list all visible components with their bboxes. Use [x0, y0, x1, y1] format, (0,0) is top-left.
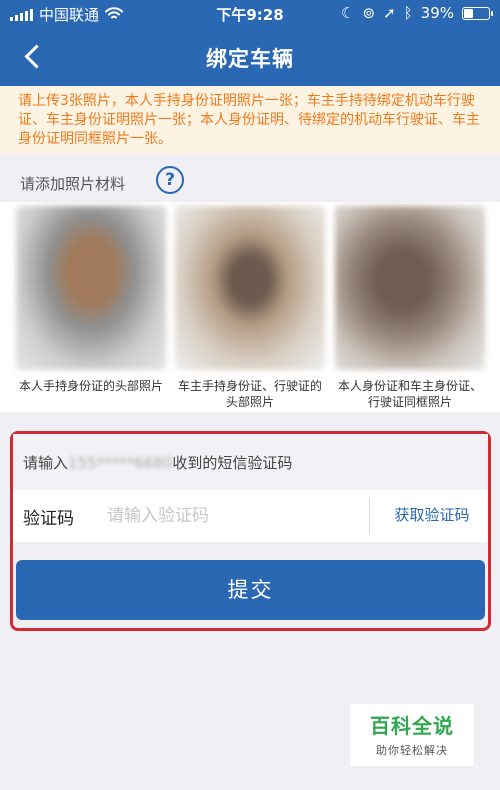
- code-row: 验证码 获取验证码: [13, 490, 488, 542]
- sms-hint-suffix: 收到的短信验证码: [172, 454, 293, 472]
- status-bar: 中国联通 下午9:28 ☾ ⊚ ➚ ᛒ 39%: [0, 0, 500, 28]
- location-icon: ➚: [383, 4, 396, 22]
- battery-icon: [462, 6, 493, 20]
- photo-caption: 车主手持身份证、行驶证的头部照片: [177, 379, 322, 409]
- add-photos-label: 请添加照片材料: [20, 175, 126, 193]
- help-icon[interactable]: ?: [156, 166, 184, 194]
- nav-bar: 绑定车辆: [0, 28, 500, 86]
- photo-thumbnail[interactable]: [335, 206, 485, 370]
- photo-list: 本人手持身份证的头部照片 车主手持身份证、行驶证的头部照片 本人身份证和车主身份…: [0, 202, 500, 412]
- photo-caption: 本人手持身份证的头部照片: [18, 379, 163, 393]
- rotation-lock-icon: ⊚: [362, 4, 376, 22]
- page-title: 绑定车辆: [206, 47, 294, 71]
- battery-percent: 39%: [420, 4, 454, 22]
- moon-icon: ☾: [341, 4, 355, 22]
- top-bar: 中国联通 下午9:28 ☾ ⊚ ➚ ᛒ 39% 绑定车辆: [0, 0, 500, 86]
- watermark-brand: 百科全说: [370, 714, 454, 738]
- watermark-logo: 百科全说 助你轻松解决: [350, 704, 474, 766]
- code-label: 验证码: [23, 509, 74, 529]
- code-input[interactable]: [107, 500, 347, 532]
- photo-thumbnail[interactable]: [16, 206, 166, 370]
- verification-section: 请输入155*****6680收到的短信验证码 验证码 获取验证码 提交: [10, 431, 491, 631]
- divider: [369, 498, 370, 534]
- watermark-slogan: 助你轻松解决: [376, 744, 448, 757]
- upload-notice: 请上传3张照片，本人手持身份证明照片一张；车主手持待绑定机动车行驶证、车主身份证…: [0, 86, 500, 154]
- photo-caption: 本人身份证和车主身份证、行驶证同框照片: [337, 379, 482, 409]
- add-photos-row: 请添加照片材料 ?: [0, 160, 500, 202]
- phone-number: 155*****6680: [68, 454, 173, 472]
- bluetooth-icon: ᛒ: [403, 4, 413, 22]
- get-code-button[interactable]: 获取验证码: [379, 504, 485, 525]
- photo-thumbnail[interactable]: [175, 206, 325, 370]
- sms-hint-prefix: 请输入: [23, 454, 69, 472]
- submit-button[interactable]: 提交: [16, 560, 485, 620]
- sms-hint: 请输入155*****6680收到的短信验证码: [13, 434, 488, 490]
